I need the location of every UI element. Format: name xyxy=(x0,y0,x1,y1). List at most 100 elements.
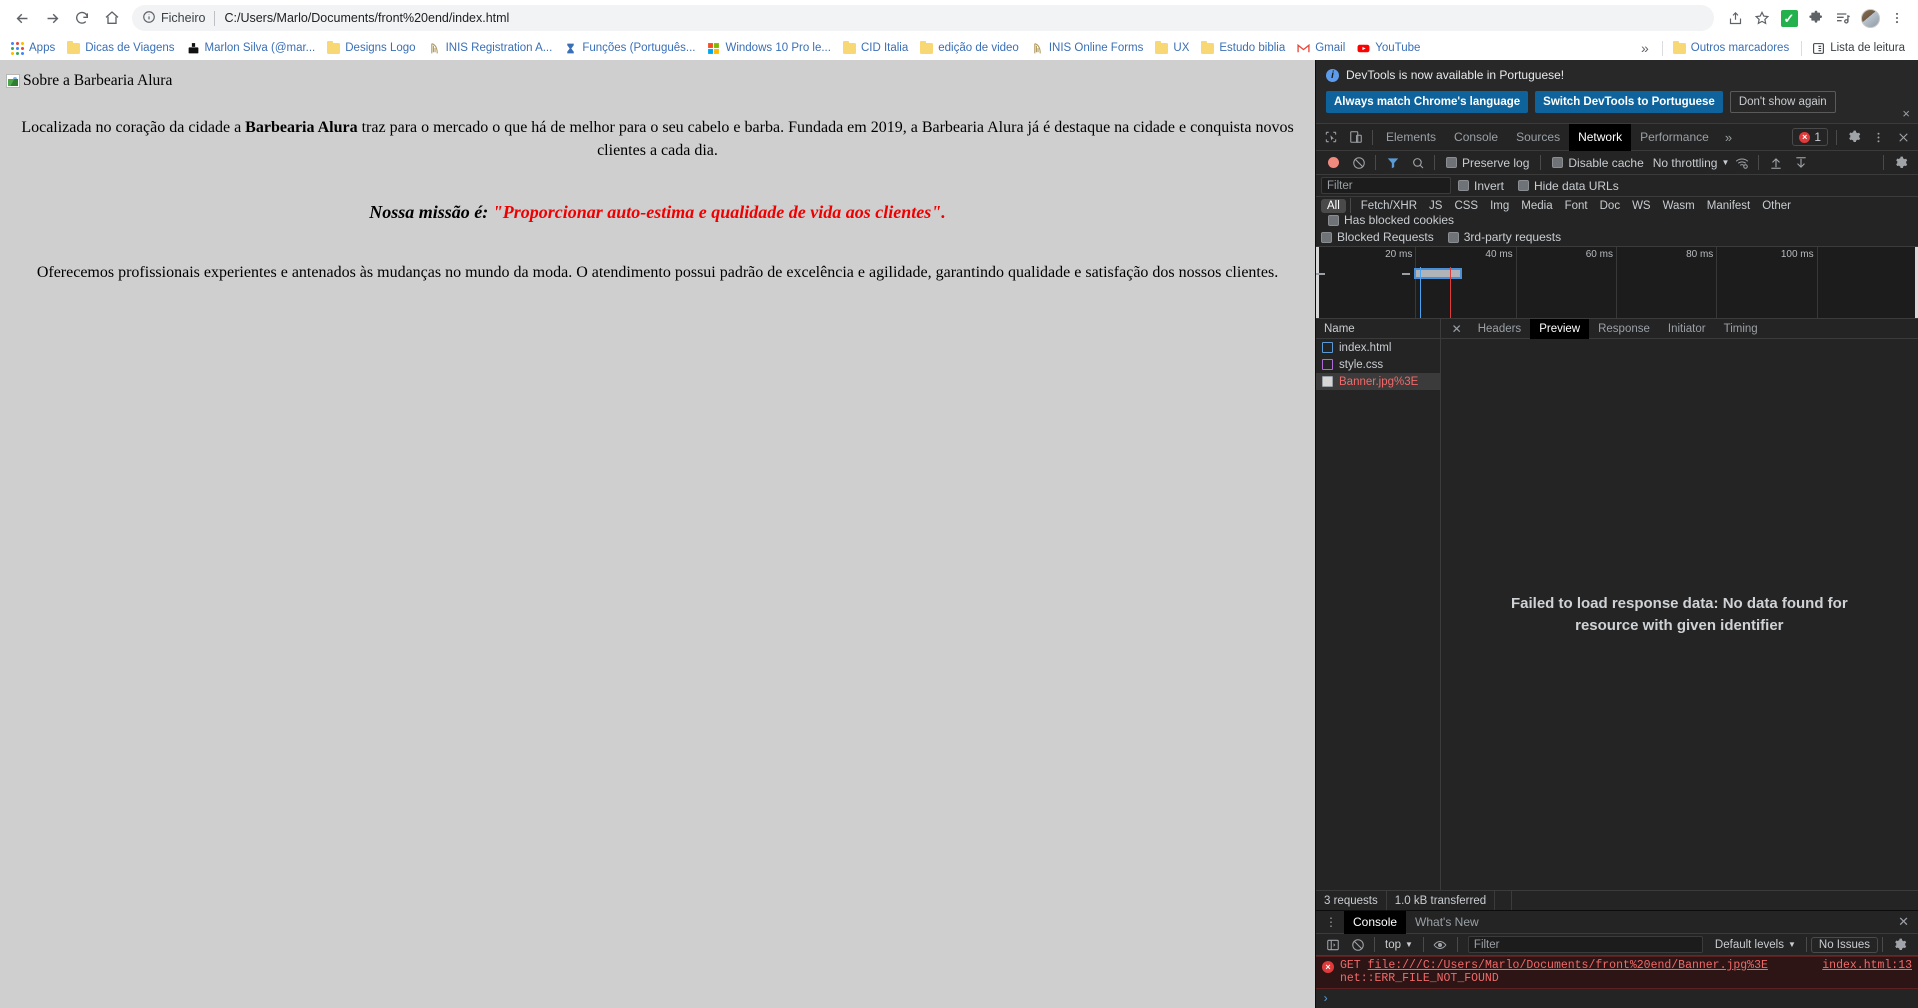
share-icon[interactable] xyxy=(1722,5,1748,31)
bookmark-item-1[interactable]: Marlon Silva (@mar... xyxy=(182,40,323,57)
bookmark-star-icon[interactable] xyxy=(1749,5,1775,31)
extension-green-check-icon[interactable]: ✓ xyxy=(1776,5,1802,31)
error-source-link[interactable]: index.html:13 xyxy=(1814,959,1912,972)
tab-network[interactable]: Network xyxy=(1569,123,1632,151)
bookmark-item-3[interactable]: INIS Registration A... xyxy=(423,40,560,57)
site-info-button[interactable]: Ficheiro xyxy=(142,10,205,27)
bookmark-item-0[interactable]: Dicas de Viagens xyxy=(62,40,181,56)
devtools-menu-icon[interactable] xyxy=(1866,125,1891,150)
console-settings-gear-icon[interactable] xyxy=(1887,932,1912,957)
inspect-element-icon[interactable] xyxy=(1318,125,1343,150)
disable-cache-checkbox[interactable]: Disable cache xyxy=(1545,156,1650,170)
network-settings-gear-icon[interactable] xyxy=(1888,150,1913,175)
has-blocked-cookies-checkbox[interactable]: Has blocked cookies xyxy=(1321,213,1461,227)
bookmark-item-8[interactable]: INIS Online Forms xyxy=(1026,40,1151,57)
bookmarks-overflow-button[interactable]: » xyxy=(1633,40,1657,56)
type-filter-wasm[interactable]: Wasm xyxy=(1657,199,1701,213)
close-icon[interactable]: × xyxy=(1902,106,1910,121)
import-har-icon[interactable] xyxy=(1763,150,1788,175)
error-url-link[interactable]: file:///C:/Users/Marlo/Documents/front%2… xyxy=(1368,959,1768,972)
filter-icon[interactable] xyxy=(1380,150,1405,175)
reload-button[interactable] xyxy=(68,4,96,32)
detail-tab-response[interactable]: Response xyxy=(1589,319,1659,339)
console-error-message[interactable]: × GET file:///C:/Users/Marlo/Documents/f… xyxy=(1316,956,1918,989)
console-levels-select[interactable]: Default levels ▼ xyxy=(1709,939,1802,951)
type-filter-font[interactable]: Font xyxy=(1559,199,1594,213)
profile-avatar[interactable] xyxy=(1857,5,1883,31)
clear-button[interactable] xyxy=(1346,150,1371,175)
network-filter-input[interactable] xyxy=(1321,177,1451,194)
no-issues-button[interactable]: No Issues xyxy=(1810,936,1879,953)
puzzle-extension-icon[interactable] xyxy=(1803,5,1829,31)
device-toolbar-icon[interactable] xyxy=(1343,125,1368,150)
bookmark-item-7[interactable]: edição de video xyxy=(915,40,1026,56)
bookmark-item-11[interactable]: Gmail xyxy=(1292,40,1352,57)
clear-console-icon[interactable] xyxy=(1345,932,1370,957)
type-filter-img[interactable]: Img xyxy=(1484,199,1515,213)
type-filter-other[interactable]: Other xyxy=(1756,199,1797,213)
detail-tab-initiator[interactable]: Initiator xyxy=(1659,319,1715,339)
error-count-badge[interactable]: × 1 xyxy=(1792,128,1828,146)
close-drawer-icon[interactable]: ✕ xyxy=(1889,914,1918,930)
drawer-tab-whats-new[interactable]: What's New xyxy=(1406,911,1488,934)
type-filter-css[interactable]: CSS xyxy=(1448,199,1484,213)
network-conditions-icon[interactable] xyxy=(1729,150,1754,175)
close-detail-icon[interactable]: ✕ xyxy=(1445,322,1469,336)
reading-list-button[interactable]: Lista de leitura xyxy=(1807,40,1912,57)
console-sidebar-icon[interactable] xyxy=(1320,932,1345,957)
tab-performance[interactable]: Performance xyxy=(1631,124,1718,151)
detail-tab-headers[interactable]: Headers xyxy=(1469,319,1530,339)
bookmark-item-2[interactable]: Designs Logo xyxy=(322,40,422,56)
home-button[interactable] xyxy=(98,4,126,32)
type-filter-manifest[interactable]: Manifest xyxy=(1701,199,1756,213)
back-button[interactable] xyxy=(8,4,36,32)
media-playlist-icon[interactable] xyxy=(1830,5,1856,31)
hide-data-urls-checkbox[interactable]: Hide data URLs xyxy=(1511,179,1626,193)
console-filter-input[interactable] xyxy=(1467,936,1703,953)
bookmark-item-4[interactable]: Funções (Português... xyxy=(559,40,702,57)
gear-icon[interactable] xyxy=(1841,125,1866,150)
drawer-menu-icon[interactable]: ⋮ xyxy=(1318,915,1344,929)
tab-console[interactable]: Console xyxy=(1445,124,1507,151)
tabs-overflow-icon[interactable]: » xyxy=(1718,130,1739,145)
bookmark-apps[interactable]: Apps xyxy=(6,40,62,57)
close-devtools-icon[interactable] xyxy=(1891,125,1916,150)
type-filter-doc[interactable]: Doc xyxy=(1594,199,1626,213)
bookmark-item-9[interactable]: UX xyxy=(1150,40,1196,56)
request-row-style-css[interactable]: style.css xyxy=(1316,356,1440,373)
third-party-requests-checkbox[interactable]: 3rd-party requests xyxy=(1441,230,1568,244)
bookmark-item-5[interactable]: Windows 10 Pro le... xyxy=(702,40,837,57)
preserve-log-checkbox[interactable]: Preserve log xyxy=(1439,156,1536,170)
blocked-requests-checkbox[interactable]: Blocked Requests xyxy=(1321,230,1441,244)
detail-tab-preview[interactable]: Preview xyxy=(1530,318,1590,339)
type-filter-all[interactable]: All xyxy=(1321,198,1346,213)
dont-show-again-button[interactable]: Don't show again xyxy=(1729,91,1836,113)
chrome-menu-icon[interactable] xyxy=(1884,5,1910,31)
address-bar[interactable]: Ficheiro C:/Users/Marlo/Documents/front%… xyxy=(132,5,1714,31)
always-match-language-button[interactable]: Always match Chrome's language xyxy=(1326,91,1529,113)
forward-button[interactable] xyxy=(38,4,66,32)
type-filter-ws[interactable]: WS xyxy=(1626,199,1657,213)
bookmark-item-12[interactable]: YouTube xyxy=(1352,40,1427,57)
live-expression-eye-icon[interactable] xyxy=(1428,932,1453,957)
timeline-left-handle[interactable] xyxy=(1316,247,1319,318)
request-row-index-html[interactable]: index.html xyxy=(1316,339,1440,356)
detail-tab-timing[interactable]: Timing xyxy=(1715,319,1767,339)
other-bookmarks-button[interactable]: Outros marcadores xyxy=(1668,40,1796,56)
export-har-icon[interactable] xyxy=(1788,150,1813,175)
bookmark-item-10[interactable]: Estudo biblia xyxy=(1196,40,1292,56)
network-overview-timeline[interactable]: 20 ms 40 ms 60 ms 80 ms 100 ms xyxy=(1316,247,1918,319)
type-filter-fetchxhr[interactable]: Fetch/XHR xyxy=(1355,199,1423,213)
tab-sources[interactable]: Sources xyxy=(1507,124,1569,151)
type-filter-media[interactable]: Media xyxy=(1515,199,1558,213)
record-button[interactable] xyxy=(1321,150,1346,175)
console-input-prompt[interactable]: › xyxy=(1316,989,1918,1008)
tab-elements[interactable]: Elements xyxy=(1377,124,1445,151)
switch-to-portuguese-button[interactable]: Switch DevTools to Portuguese xyxy=(1535,91,1723,113)
throttling-select[interactable]: No throttling ▼ xyxy=(1651,156,1730,170)
request-row-banner-jpg[interactable]: Banner.jpg%3E xyxy=(1316,373,1440,390)
search-icon[interactable] xyxy=(1405,150,1430,175)
type-filter-js[interactable]: JS xyxy=(1423,199,1448,213)
console-context-select[interactable]: top ▼ xyxy=(1379,939,1419,951)
drawer-tab-console[interactable]: Console xyxy=(1344,910,1407,934)
